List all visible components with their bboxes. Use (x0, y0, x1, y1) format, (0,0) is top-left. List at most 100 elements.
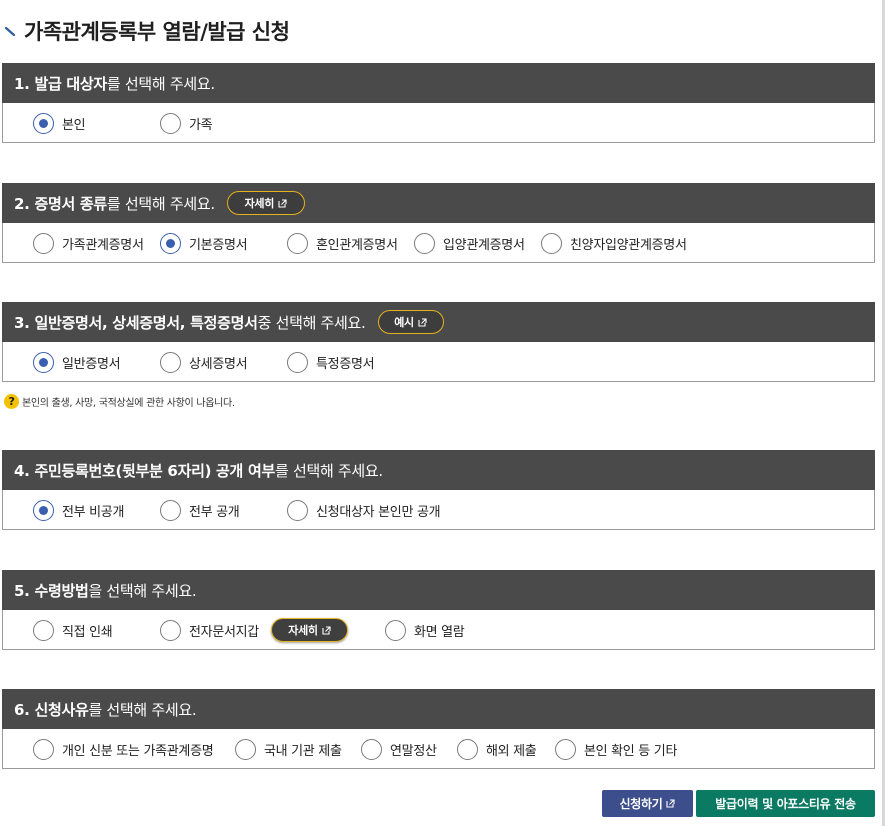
help-note: ? 본인의 출생, 사망, 국적상실에 관한 사항이 나옵니다. (4, 394, 235, 409)
section-title-bold: 1. 발급 대상자 (14, 74, 107, 93)
radio-button[interactable] (160, 232, 181, 254)
section-receive-method: 5. 수령방법 을 선택해 주세요. 직접 인쇄 전자문서지갑 자세히 화면 열람 (2, 570, 875, 650)
option-label: 본인 (62, 117, 86, 133)
question-icon: ? (4, 394, 19, 409)
option-row: 전부 비공개 전부 공개 신청대상자 본인만 공개 (2, 490, 875, 530)
option-label: 전자문서지갑 (189, 624, 259, 640)
section-header: 5. 수령방법 을 선택해 주세요. (2, 570, 875, 610)
option-label: 입양관계증명서 (443, 237, 525, 253)
section-reason: 6. 신청사유 를 선택해 주세요. 개인 신분 또는 가족관계증명 국내 기관 … (2, 689, 875, 769)
radio-option-all-private[interactable]: 전부 비공개 (33, 498, 124, 522)
radio-button[interactable] (541, 232, 562, 254)
radio-button[interactable] (33, 738, 54, 760)
radio-button[interactable] (33, 351, 54, 373)
radio-button[interactable] (414, 232, 435, 254)
section-title-rest: 중 선택해 주세요. (257, 313, 366, 332)
radio-option-screen-view[interactable]: 화면 열람 (385, 618, 465, 642)
send-history-apostille-button[interactable]: 발급이력 및 아포스티유 전송 (696, 790, 875, 817)
apply-button[interactable]: 신청하기 (602, 790, 693, 817)
radio-button[interactable] (160, 112, 181, 134)
radio-option-self[interactable]: 본인 (33, 111, 86, 135)
radio-button[interactable] (33, 112, 54, 134)
page-title-text: 가족관계등록부 열람/발급 신청 (24, 20, 290, 44)
section-rrn-disclosure: 4. 주민등록번호(뒷부분 6자리) 공개 여부 를 선택해 주세요. 전부 비공… (2, 450, 875, 530)
section-header: 4. 주민등록번호(뒷부분 6자리) 공개 여부 를 선택해 주세요. (2, 450, 875, 490)
option-label: 화면 열람 (414, 624, 465, 640)
page-title: 가족관계등록부 열람/발급 신청 (4, 14, 290, 48)
radio-option-general[interactable]: 일반증명서 (33, 350, 121, 374)
radio-button[interactable] (361, 738, 382, 760)
option-label: 일반증명서 (62, 356, 121, 372)
option-row: 가족관계증명서 기본증명서 혼인관계증명서 입양관계증명서 친양자입양관계증명서 (2, 223, 875, 263)
option-label: 본인 확인 등 기타 (584, 743, 678, 759)
section-title-rest: 를 선택해 주세요. (106, 74, 215, 93)
example-button[interactable]: 예시 (377, 310, 444, 334)
section-title-rest: 를 선택해 주세요. (274, 461, 383, 480)
e-wallet-details-button[interactable]: 자세히 (271, 618, 348, 642)
e-wallet-details-label: 자세히 (288, 624, 318, 637)
radio-button[interactable] (385, 619, 406, 641)
section-title-rest: 을 선택해 주세요. (88, 581, 197, 600)
radio-option-marriage[interactable]: 혼인관계증명서 (287, 231, 398, 255)
radio-option-detailed[interactable]: 상세증명서 (160, 350, 248, 374)
radio-option-e-wallet[interactable]: 전자문서지갑 (160, 618, 259, 642)
radio-button[interactable] (287, 351, 308, 373)
section-header: 6. 신청사유 를 선택해 주세요. (2, 689, 875, 729)
section-header: 2. 증명서 종류 를 선택해 주세요. 자세히 (2, 183, 875, 223)
external-link-icon (418, 317, 427, 327)
option-row: 개인 신분 또는 가족관계증명 국내 기관 제출 연말정산 해외 제출 본인 확… (2, 729, 875, 769)
option-label: 혼인관계증명서 (316, 237, 398, 253)
section-title-bold: 5. 수령방법 (14, 581, 89, 600)
radio-option-family-relation[interactable]: 가족관계증명서 (33, 231, 144, 255)
radio-button[interactable] (287, 232, 308, 254)
option-label: 국내 기관 제출 (264, 743, 342, 759)
external-link-icon (322, 625, 331, 635)
option-label: 신청대상자 본인만 공개 (316, 504, 441, 520)
section-title-rest: 를 선택해 주세요. (88, 700, 197, 719)
radio-option-year-end-tax[interactable]: 연말정산 (361, 737, 437, 761)
section-title-bold: 3. 일반증명서, 상세증명서, 특정증명서 (14, 313, 258, 332)
section-certificate-type: 2. 증명서 종류 를 선택해 주세요. 자세히 가족관계증명서 기본증명서 혼인… (2, 183, 875, 263)
details-button[interactable]: 자세히 (226, 191, 305, 215)
section-title-bold: 6. 신청사유 (14, 700, 89, 719)
radio-option-domestic[interactable]: 국내 기관 제출 (235, 737, 342, 761)
section-title-rest: 를 선택해 주세요. (106, 194, 215, 213)
option-label: 특정증명서 (316, 356, 375, 372)
radio-option-adoption[interactable]: 입양관계증명서 (414, 231, 525, 255)
option-label: 직접 인쇄 (62, 624, 113, 640)
radio-option-other[interactable]: 본인 확인 등 기타 (555, 737, 677, 761)
radio-option-family[interactable]: 가족 (160, 111, 213, 135)
radio-button[interactable] (160, 619, 181, 641)
radio-button[interactable] (160, 499, 181, 521)
radio-option-all-public[interactable]: 전부 공개 (160, 498, 240, 522)
option-label: 기본증명서 (189, 237, 248, 253)
radio-option-specific[interactable]: 특정증명서 (287, 350, 375, 374)
external-link-icon (278, 198, 287, 208)
radio-button[interactable] (555, 738, 576, 760)
details-button-label: 자세히 (244, 197, 275, 210)
radio-option-identity[interactable]: 개인 신분 또는 가족관계증명 (33, 737, 214, 761)
option-label: 개인 신분 또는 가족관계증명 (62, 743, 214, 759)
radio-button[interactable] (160, 351, 181, 373)
apply-button-label: 신청하기 (619, 797, 663, 811)
radio-button[interactable] (457, 738, 478, 760)
radio-button[interactable] (33, 619, 54, 641)
option-label: 가족 (189, 117, 213, 133)
section-title-bold: 4. 주민등록번호(뒷부분 6자리) 공개 여부 (14, 461, 275, 480)
radio-option-self-only[interactable]: 신청대상자 본인만 공개 (287, 498, 441, 522)
section-header: 1. 발급 대상자 를 선택해 주세요. (2, 63, 875, 103)
diagonal-mark-icon (4, 25, 16, 37)
external-link-icon (666, 799, 676, 808)
radio-button[interactable] (287, 499, 308, 521)
option-label: 해외 제출 (486, 743, 537, 759)
section-target: 1. 발급 대상자 를 선택해 주세요. 본인 가족 (2, 63, 875, 143)
radio-button[interactable] (33, 499, 54, 521)
radio-option-print[interactable]: 직접 인쇄 (33, 618, 113, 642)
option-label: 상세증명서 (189, 356, 248, 372)
section-title-bold: 2. 증명서 종류 (14, 194, 107, 213)
radio-button[interactable] (235, 738, 256, 760)
radio-button[interactable] (33, 232, 54, 254)
radio-option-full-adoption[interactable]: 친양자입양관계증명서 (541, 231, 687, 255)
radio-option-basic[interactable]: 기본증명서 (160, 231, 248, 255)
radio-option-overseas[interactable]: 해외 제출 (457, 737, 537, 761)
